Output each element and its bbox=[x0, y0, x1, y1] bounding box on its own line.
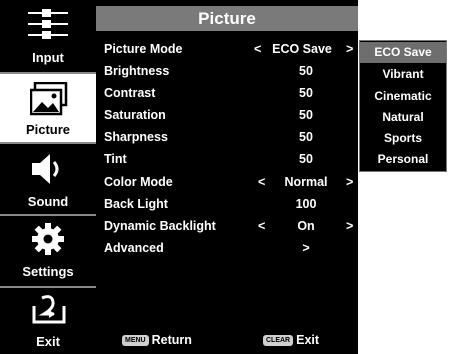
row-label: Brightness bbox=[104, 64, 170, 78]
nav-label-exit: Exit bbox=[36, 334, 60, 349]
dropdown-option-natural[interactable]: Natural bbox=[360, 107, 446, 128]
panel-title: Picture bbox=[96, 6, 358, 31]
row-value: 50 bbox=[299, 86, 313, 100]
nav-item-exit[interactable]: Exit bbox=[0, 288, 96, 354]
row-value: 50 bbox=[299, 64, 313, 78]
menu-row-brightness[interactable]: Brightness 50 bbox=[96, 60, 358, 82]
menu-row-tint[interactable]: Tint 50 bbox=[96, 148, 358, 170]
menu-key-icon: MENU bbox=[122, 335, 149, 347]
row-label: Color Mode bbox=[104, 175, 173, 189]
speaker-icon bbox=[32, 154, 59, 184]
side-nav: Input Picture Sound Settings Exit bbox=[0, 0, 96, 354]
row-label: Picture Mode bbox=[104, 42, 183, 56]
row-value: On bbox=[297, 219, 315, 233]
nav-label-settings: Settings bbox=[22, 264, 74, 279]
nav-item-picture[interactable]: Picture bbox=[0, 74, 96, 142]
right-arrow-icon[interactable]: > bbox=[346, 219, 353, 233]
nav-label-input: Input bbox=[32, 50, 64, 65]
return-label: Return bbox=[151, 333, 192, 347]
row-value: 50 bbox=[299, 130, 313, 144]
nav-label-picture: Picture bbox=[25, 122, 71, 137]
dropdown-option-personal[interactable]: Personal bbox=[360, 149, 446, 170]
input-cables-icon bbox=[28, 9, 68, 39]
row-label: Saturation bbox=[104, 108, 166, 122]
row-label: Advanced bbox=[104, 241, 164, 255]
clear-key-icon: CLEAR bbox=[263, 335, 294, 347]
nav-item-sound[interactable]: Sound bbox=[0, 144, 96, 212]
picture-panel: Picture Picture Mode < ECO Save > Bright… bbox=[96, 0, 358, 354]
exit-label: Exit bbox=[296, 333, 320, 347]
dropdown-option-cinematic[interactable]: Cinematic bbox=[360, 86, 446, 107]
gear-icon bbox=[32, 223, 64, 255]
exit-hint[interactable]: CLEAR Exit bbox=[263, 333, 319, 347]
return-hint[interactable]: MENU Return bbox=[122, 333, 192, 347]
row-value: 50 bbox=[299, 108, 313, 122]
menu-row-back-light[interactable]: Back Light 100 bbox=[96, 193, 358, 215]
nav-item-input[interactable]: Input bbox=[0, 0, 96, 72]
row-value: 50 bbox=[299, 152, 313, 166]
row-label: Sharpness bbox=[104, 130, 168, 144]
row-value: > bbox=[302, 241, 310, 255]
right-arrow-icon[interactable]: > bbox=[346, 42, 353, 56]
row-label: Contrast bbox=[104, 86, 156, 100]
exit-icon bbox=[32, 295, 66, 324]
row-value: ECO Save bbox=[272, 42, 332, 56]
row-value: Normal bbox=[284, 175, 328, 189]
left-arrow-icon[interactable]: < bbox=[258, 219, 265, 233]
right-arrow-icon[interactable]: > bbox=[346, 175, 353, 189]
nav-label-sound: Sound bbox=[27, 194, 69, 209]
left-arrow-icon[interactable]: < bbox=[254, 42, 261, 56]
picture-mode-dropdown: ECO Save Vibrant Cinematic Natural Sport… bbox=[359, 40, 447, 172]
menu-row-sharpness[interactable]: Sharpness 50 bbox=[96, 126, 358, 148]
row-label: Tint bbox=[104, 152, 127, 166]
left-arrow-icon[interactable]: < bbox=[258, 175, 265, 189]
menu-row-color-mode[interactable]: Color Mode < Normal > bbox=[96, 171, 358, 193]
row-value: 100 bbox=[295, 197, 317, 211]
row-label: Dynamic Backlight bbox=[104, 219, 216, 233]
menu-row-advanced[interactable]: Advanced > bbox=[96, 237, 358, 259]
dropdown-option-sports[interactable]: Sports bbox=[360, 128, 446, 149]
row-label: Back Light bbox=[104, 197, 168, 211]
picture-icon bbox=[30, 82, 68, 116]
menu-row-dynamic-backlight[interactable]: Dynamic Backlight < On > bbox=[96, 215, 358, 237]
menu-row-picture-mode[interactable]: Picture Mode < ECO Save > bbox=[96, 38, 358, 60]
menu-row-contrast[interactable]: Contrast 50 bbox=[96, 82, 358, 104]
dropdown-option-eco-save[interactable]: ECO Save bbox=[360, 42, 446, 63]
nav-item-settings[interactable]: Settings bbox=[0, 216, 96, 284]
dropdown-option-vibrant[interactable]: Vibrant bbox=[360, 64, 446, 85]
panel-footer: MENU Return CLEAR Exit bbox=[96, 330, 358, 350]
menu-row-saturation[interactable]: Saturation 50 bbox=[96, 104, 358, 126]
